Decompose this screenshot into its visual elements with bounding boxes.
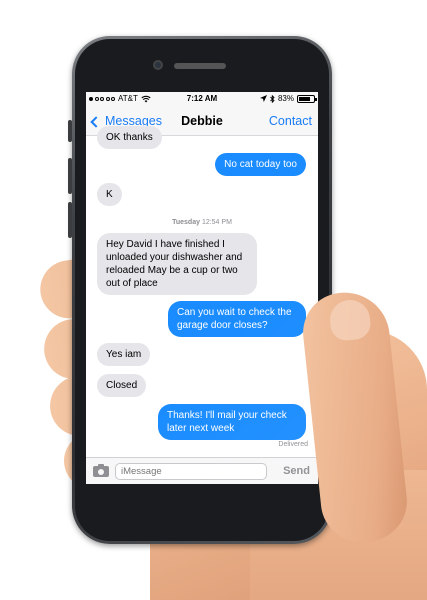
camera-icon[interactable]: [93, 464, 109, 477]
delivery-status: Delivered: [278, 441, 308, 448]
battery-icon: [297, 94, 317, 103]
message-bubble-incoming[interactable]: K: [97, 183, 122, 206]
message-input[interactable]: [115, 463, 267, 480]
contact-button[interactable]: Contact: [269, 114, 312, 128]
battery-percentage: 83%: [277, 94, 294, 103]
volume-down-button: [68, 202, 72, 238]
message-bubble-incoming[interactable]: OK thanks: [97, 126, 162, 149]
volume-up-button: [68, 158, 72, 194]
timestamp-time: 12:54 PM: [201, 219, 232, 226]
screen: AT&T 7:12 AM 83% Messages Debbie Contact…: [86, 92, 318, 484]
mute-switch: [68, 120, 72, 142]
message-bubble-incoming[interactable]: Yes iam: [97, 343, 151, 366]
message-bubble-incoming[interactable]: Hey David I have finished I unloaded you…: [97, 233, 257, 295]
message-bubble-incoming[interactable]: Closed: [97, 374, 147, 397]
message-composer: Send: [86, 457, 318, 484]
message-bubble-outgoing[interactable]: Can you wait to check the garage door cl…: [168, 301, 306, 337]
earpiece-speaker: [174, 63, 226, 69]
location-arrow-icon: [259, 95, 267, 102]
message-bubble-outgoing[interactable]: No cat today too: [215, 153, 306, 176]
bluetooth-icon: [270, 94, 275, 103]
front-camera: [153, 60, 163, 70]
message-bubble-outgoing[interactable]: Thanks! I'll mail your check later next …: [158, 404, 306, 440]
status-bar: AT&T 7:12 AM 83%: [86, 92, 318, 106]
battery-level: [299, 96, 311, 101]
timestamp-day: Tuesday: [172, 219, 200, 226]
send-button[interactable]: Send: [283, 465, 310, 477]
message-timestamp: Tuesday 12:54 PM: [86, 219, 318, 226]
